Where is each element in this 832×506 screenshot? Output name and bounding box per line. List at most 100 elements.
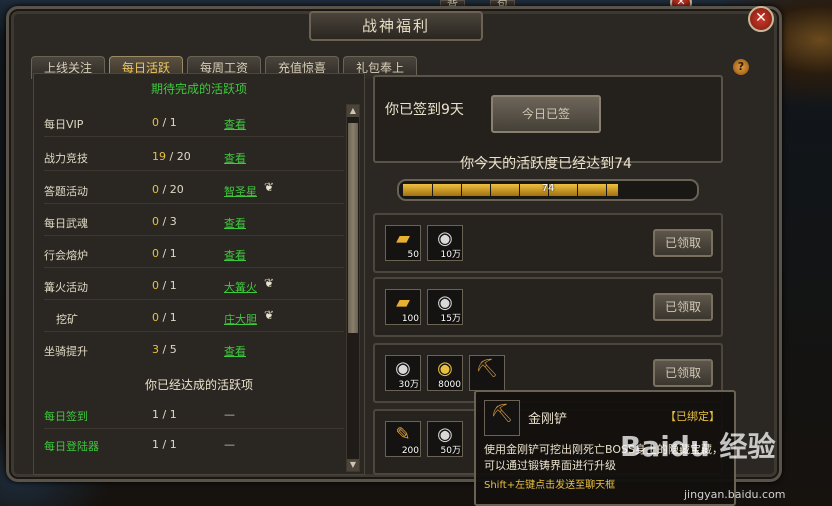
watermark-url: jingyan.baidu.com (684, 488, 786, 501)
divider (44, 428, 344, 429)
activity-total: / 1 (162, 247, 177, 260)
activity-scrollbar[interactable]: ▲ ▼ (346, 104, 360, 472)
silver-coin-icon[interactable]: ◉ 30万 (385, 355, 421, 391)
npc-link[interactable]: 智圣星 (224, 183, 257, 199)
reward-tier-1: ▰ 50 ◉ 10万 已领取 (373, 213, 723, 273)
activity-total: / 5 (162, 343, 177, 356)
list-item: 篝火活动 0 / 1 大篝火 ❦ (34, 276, 364, 299)
activity-total: / 20 (162, 183, 184, 196)
scroll-down-icon[interactable]: ▼ (347, 459, 359, 471)
view-link[interactable]: 查看 (224, 343, 246, 359)
item-qty: 10万 (440, 250, 461, 260)
signed-today-button[interactable]: 今日已签 (491, 95, 601, 133)
list-item: 挖矿 0 / 1 庄大胆 ❦ (34, 308, 364, 331)
item-qty: 200 (401, 446, 419, 456)
scroll-icon[interactable]: ✎ 200 (385, 421, 421, 457)
activity-name: 坐骑提升 (44, 345, 88, 358)
gold-ticket-icon[interactable]: ▰ 50 (385, 225, 421, 261)
divider (44, 235, 344, 236)
activity-name: 挖矿 (56, 313, 78, 326)
list-item: 坐骑提升 3 / 5 查看 (34, 343, 364, 363)
close-icon[interactable]: ✕ (748, 6, 774, 32)
tooltip-bound-status: 【已绑定】 (665, 410, 720, 423)
gold-coin-icon[interactable]: ◉ 8000 (427, 355, 463, 391)
completed-progress: 1 / 1 (152, 408, 177, 421)
activity-progress-bar: 74 (397, 179, 699, 201)
list-item: 行会熔炉 0 / 1 查看 (34, 247, 364, 267)
divider (44, 331, 344, 332)
item-qty: 100 (401, 314, 419, 324)
scroll-thumb[interactable] (348, 123, 358, 333)
view-link[interactable]: 查看 (224, 247, 246, 263)
completed-title: 你已经达成的活跃项 (144, 378, 253, 392)
item-qty: 50万 (440, 446, 461, 456)
silver-coin-icon[interactable]: ◉ 50万 (427, 421, 463, 457)
completed-mark: — (224, 438, 235, 451)
reward-tier-2: ▰ 100 ◉ 15万 已领取 (373, 277, 723, 337)
watermark-brand: Baidu 经验 (620, 430, 776, 463)
shovel-icon[interactable]: ⛏ (469, 355, 505, 391)
activity-name: 每日VIP (44, 118, 84, 131)
item-qty: 8000 (438, 380, 461, 390)
completed-name: 每日签到 (44, 410, 88, 423)
list-item: 每日签到 1 / 1 — (34, 408, 364, 428)
activity-total: / 1 (162, 279, 177, 292)
activity-current: 0 (152, 279, 159, 292)
npc-link[interactable]: 庄大胆 (224, 311, 257, 327)
activity-current: 19 (152, 150, 166, 163)
activity-list-panel: 期待完成的活跃项 每日VIP 0 / 1 查看 战力竞技 19 / 20 查看 … (33, 73, 365, 475)
list-item: 答题活动 0 / 20 智圣星 ❦ (34, 180, 364, 203)
signin-days-text: 你已签到9天 (385, 102, 464, 118)
item-qty: 15万 (440, 314, 461, 324)
divider (44, 203, 344, 204)
completed-progress: 1 / 1 (152, 438, 177, 451)
activity-current: 3 (152, 343, 159, 356)
silver-coin-icon[interactable]: ◉ 10万 (427, 225, 463, 261)
wing-teleport-icon[interactable]: ❦ (264, 180, 282, 194)
activity-total: / 20 (169, 150, 191, 163)
pending-title: 期待完成的活跃项 (150, 82, 247, 96)
activity-current: 0 (152, 247, 159, 260)
activity-current: 0 (152, 215, 159, 228)
activity-level-text: 你今天的活跃度已经达到74 (460, 156, 632, 172)
activity-total: / 1 (162, 116, 177, 129)
divider (44, 136, 344, 137)
silver-coin-icon[interactable]: ◉ 15万 (427, 289, 463, 325)
activity-current: 0 (152, 311, 159, 324)
scroll-up-icon[interactable]: ▲ (347, 105, 359, 117)
item-qty: 30万 (398, 380, 419, 390)
completed-name: 每日登陆器 (44, 440, 99, 453)
activity-name: 行会熔炉 (44, 249, 88, 262)
completed-mark: — (224, 408, 235, 421)
shovel-icon: ⛏ (484, 400, 520, 436)
help-icon[interactable]: ? (733, 59, 749, 75)
signin-box: 你已签到9天 今日已签 (373, 75, 723, 163)
tooltip-item-name: 金刚铲 (528, 412, 568, 427)
tooltip-hint: Shift+左键点击发送至聊天框 (484, 480, 616, 491)
wing-teleport-icon[interactable]: ❦ (264, 308, 282, 322)
activity-name: 每日武魂 (44, 217, 88, 230)
activity-total: / 3 (162, 215, 177, 228)
claimed-button[interactable]: 已领取 (653, 229, 713, 257)
wing-teleport-icon[interactable]: ❦ (264, 276, 282, 290)
view-link[interactable]: 查看 (224, 116, 246, 132)
activity-current: 0 (152, 116, 159, 129)
item-qty: 50 (407, 250, 419, 260)
list-item: 每日登陆器 1 / 1 — (34, 438, 364, 458)
divider (44, 299, 344, 300)
npc-link[interactable]: 大篝火 (224, 279, 257, 295)
claimed-button[interactable]: 已领取 (653, 293, 713, 321)
activity-name: 答题活动 (44, 185, 88, 198)
activity-total: / 1 (162, 311, 177, 324)
view-link[interactable]: 查看 (224, 150, 246, 166)
gold-ticket-icon[interactable]: ▰ 100 (385, 289, 421, 325)
activity-progress-label: 74 (541, 183, 555, 194)
view-link[interactable]: 查看 (224, 215, 246, 231)
claimed-button[interactable]: 已领取 (653, 359, 713, 387)
activity-current: 0 (152, 183, 159, 196)
activity-name: 篝火活动 (44, 281, 88, 294)
divider (44, 170, 344, 171)
list-item: 每日武魂 0 / 3 查看 (34, 215, 364, 235)
activity-name: 战力竞技 (44, 152, 88, 165)
divider (44, 267, 344, 268)
